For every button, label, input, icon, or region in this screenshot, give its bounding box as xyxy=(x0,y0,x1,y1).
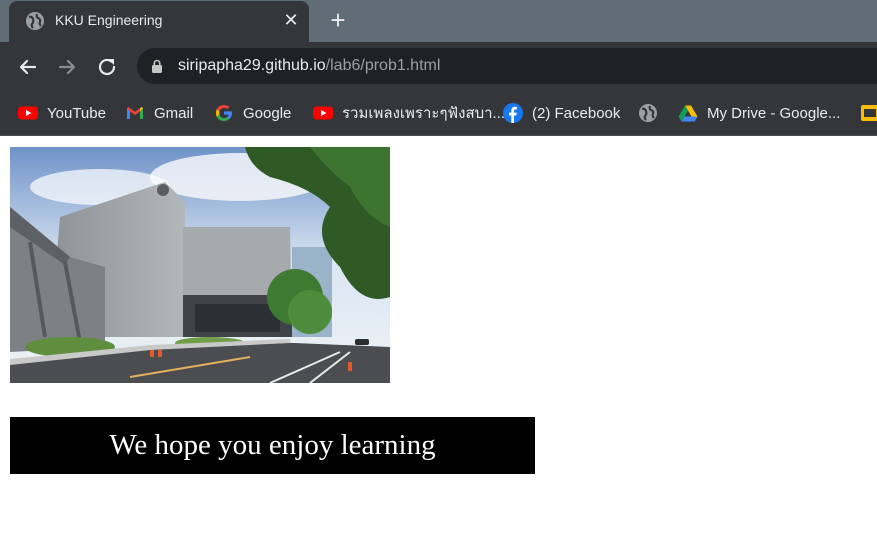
globe-icon xyxy=(26,12,44,30)
active-tab[interactable]: KKU Engineering ✕ xyxy=(9,1,309,42)
bookmark-label: YouTube xyxy=(47,104,106,122)
url-path: /lab6/prob1.html xyxy=(325,57,441,74)
close-icon[interactable]: ✕ xyxy=(282,11,300,29)
forward-arrow-icon[interactable] xyxy=(54,54,80,80)
bookmark-facebook[interactable]: (2) Facebook xyxy=(503,102,620,124)
bookmarks-bar: YouTube Gmail Google รวมเพลงเพราะๆฟังสบา… xyxy=(0,91,877,136)
bookmark-my-drive[interactable]: My Drive - Google... xyxy=(678,102,840,124)
bookmark-label: My Drive - Google... xyxy=(707,104,841,122)
new-tab-button[interactable]: + xyxy=(326,7,350,33)
google-drive-icon xyxy=(678,105,698,122)
youtube-icon xyxy=(18,106,38,120)
bookmark-label: Google xyxy=(243,104,292,122)
gmail-icon xyxy=(127,107,143,119)
bookmark-overflow-icon[interactable] xyxy=(860,103,877,123)
tab-strip: KKU Engineering ✕ + xyxy=(0,0,877,42)
bookmark-label: Gmail xyxy=(154,104,194,122)
toolbar: siripapha29.github.io/lab6/prob1.html xyxy=(0,42,877,91)
youtube-icon xyxy=(313,106,333,120)
bookmark-google[interactable]: Google xyxy=(214,102,291,124)
url-host: siripapha29.github.io xyxy=(178,57,326,74)
bookmark-youtube[interactable]: YouTube xyxy=(18,102,106,124)
lock-icon[interactable] xyxy=(150,59,164,73)
url-text[interactable]: siripapha29.github.io/lab6/prob1.html xyxy=(178,57,440,75)
address-bar[interactable]: siripapha29.github.io/lab6/prob1.html xyxy=(137,48,877,84)
globe-icon xyxy=(639,104,657,122)
back-arrow-icon[interactable] xyxy=(15,54,41,80)
bookmark-gmail[interactable]: Gmail xyxy=(125,102,193,124)
facebook-icon xyxy=(503,103,523,123)
building-image xyxy=(10,147,390,383)
tab-title: KKU Engineering xyxy=(55,12,163,28)
reload-icon[interactable] xyxy=(94,54,120,80)
banner: We hope you enjoy learning xyxy=(10,417,535,474)
banner-text: We hope you enjoy learning xyxy=(109,429,436,461)
bookmark-label: รวมเพลงเพราะๆฟังสบา... xyxy=(342,105,506,122)
bookmark-globe[interactable] xyxy=(638,102,667,124)
bookmark-label: (2) Facebook xyxy=(532,104,621,122)
bookmark-playlist[interactable]: รวมเพลงเพราะๆฟังสบา... xyxy=(313,102,505,124)
page-content: We hope you enjoy learning xyxy=(0,136,877,556)
google-icon xyxy=(216,105,232,121)
plus-icon: + xyxy=(330,5,346,35)
